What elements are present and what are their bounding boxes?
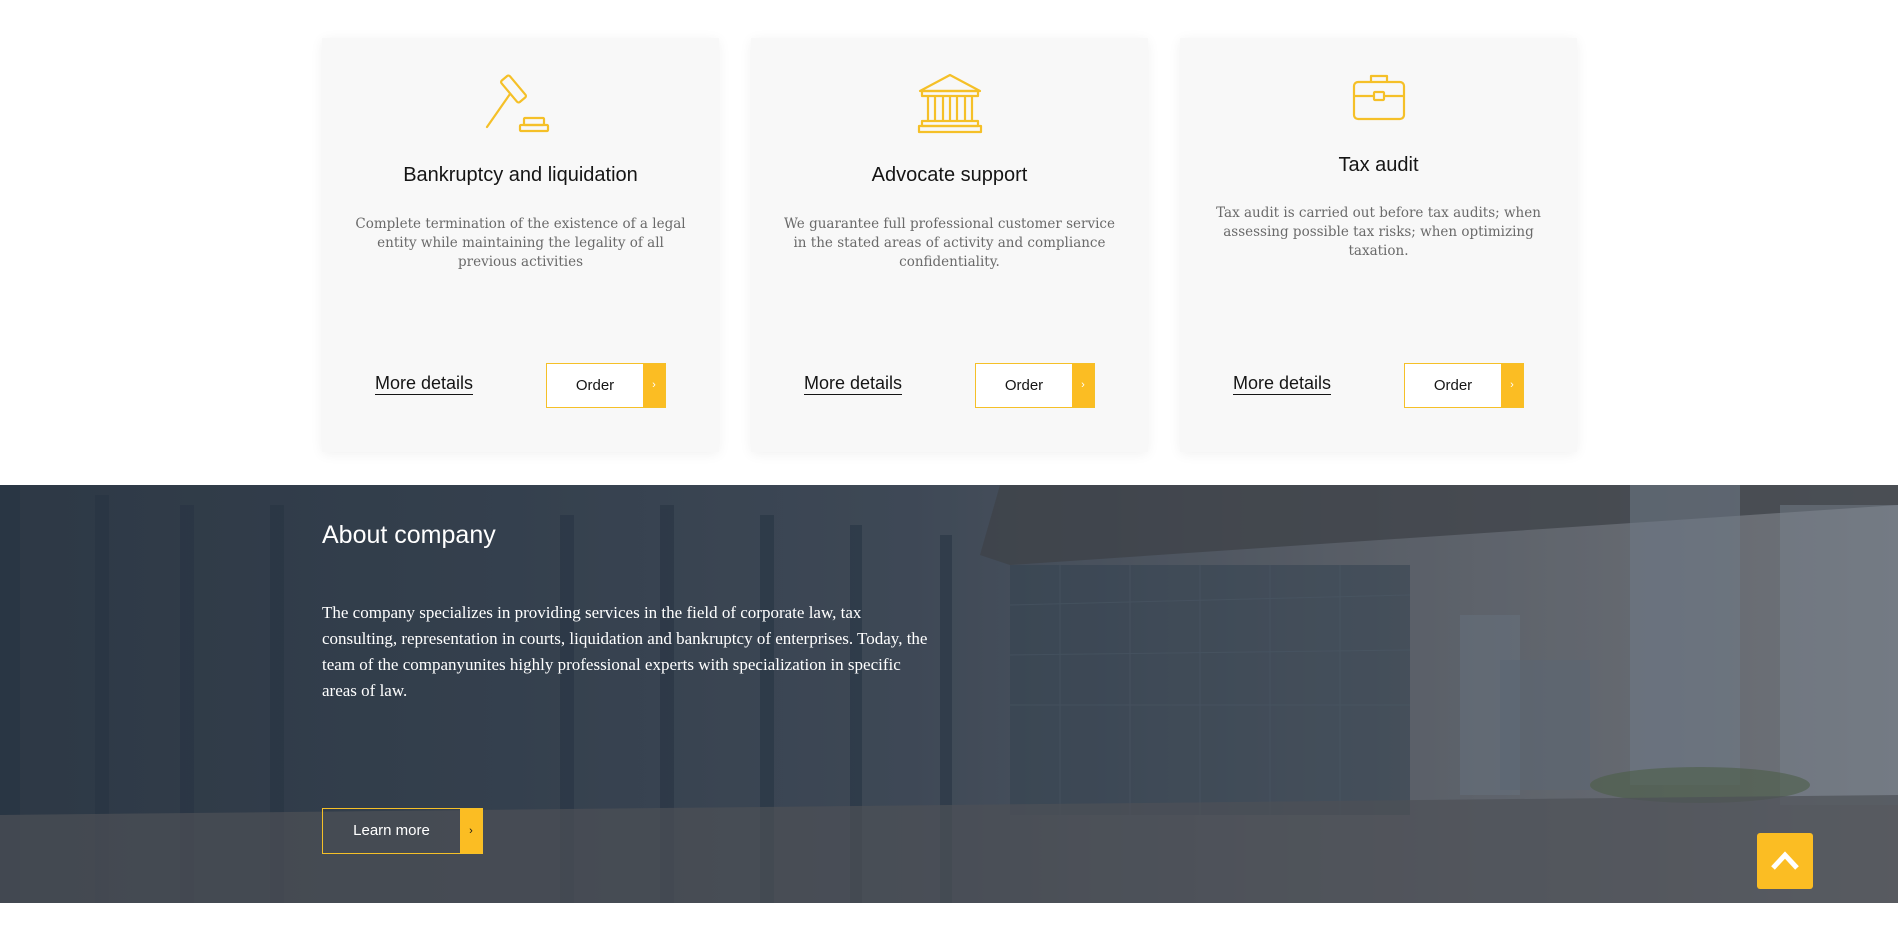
service-description: Tax audit is carried out before tax audi…: [1216, 205, 1541, 259]
building-background-image: [0, 485, 1898, 903]
service-description: We guarantee full professional customer …: [784, 216, 1115, 270]
order-button-label: Order: [575, 377, 615, 394]
learn-more-button[interactable]: Learn more ›: [322, 808, 483, 854]
chevron-up-icon: [1771, 851, 1799, 870]
about-section: About company The company specializes in…: [0, 485, 1898, 903]
about-description: The company specializes in providing ser…: [322, 603, 928, 700]
chevron-right-icon: ›: [460, 809, 482, 853]
chevron-right-icon: ›: [643, 364, 665, 407]
more-details-link[interactable]: More details: [375, 373, 474, 395]
order-button[interactable]: Order ›: [546, 363, 666, 408]
service-title: Bankruptcy and liquidation: [403, 164, 638, 186]
chevron-right-icon: ›: [1072, 364, 1094, 407]
service-title: Tax audit: [1338, 154, 1419, 176]
more-details-link[interactable]: More details: [1233, 373, 1332, 395]
service-card-advocate: Advocate support We guarantee full profe…: [751, 38, 1148, 452]
services-section: Bankruptcy and liquidation Complete term…: [0, 0, 1898, 485]
briefcase-icon: [1352, 72, 1406, 127]
order-button-label: Order: [1433, 377, 1473, 394]
courthouse-icon: [917, 72, 983, 139]
service-card-tax-audit: Tax audit Tax audit is carried out befor…: [1180, 38, 1577, 452]
learn-more-label: Learn more: [353, 822, 430, 839]
order-button-label: Order: [1004, 377, 1044, 394]
order-button[interactable]: Order ›: [1404, 363, 1524, 408]
gavel-icon: [484, 72, 558, 139]
scroll-to-top-button[interactable]: [1757, 833, 1813, 889]
more-details-link[interactable]: More details: [804, 373, 903, 395]
chevron-right-icon: ›: [1501, 364, 1523, 407]
service-description: Complete termination of the existence of…: [355, 216, 686, 270]
service-title: Advocate support: [871, 164, 1028, 186]
order-button[interactable]: Order ›: [975, 363, 1095, 408]
about-title: About company: [322, 521, 496, 549]
service-card-bankruptcy: Bankruptcy and liquidation Complete term…: [322, 38, 719, 452]
